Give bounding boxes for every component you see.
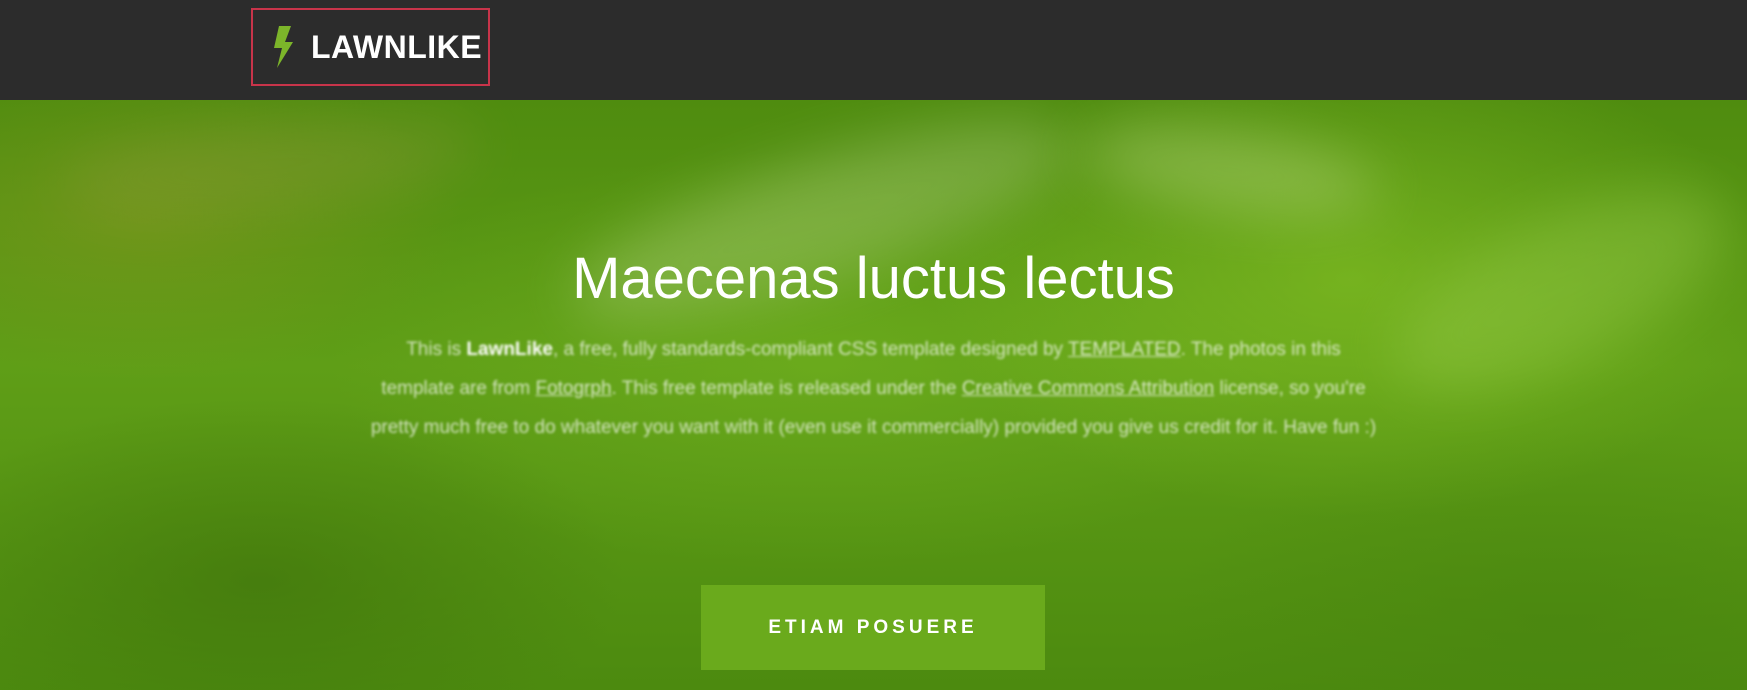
brand-name: LawnLike: [466, 339, 553, 360]
etiam-posuere-button[interactable]: ETIAM POSUERE: [701, 585, 1045, 670]
hero-content: Maecenas luctus lectus This is LawnLike,…: [0, 100, 1747, 690]
hero-text-segment: , a free, fully standards-compliant CSS …: [552, 339, 1068, 360]
templated-link[interactable]: TEMPLATED: [1068, 339, 1181, 360]
lightning-bolt-icon: [274, 26, 293, 68]
hero-text-segment: . This free template is released under t…: [611, 378, 962, 399]
fotogrph-link[interactable]: Fotogrph: [535, 378, 611, 399]
page: LAWNLIKE Maecenas luctus lectus This is …: [0, 0, 1747, 690]
logo-link[interactable]: LAWNLIKE: [251, 8, 490, 86]
creative-commons-link[interactable]: Creative Commons Attribution: [962, 378, 1214, 399]
logo-text: LAWNLIKE: [311, 28, 483, 65]
hero-description: This is LawnLike, a free, fully standard…: [370, 330, 1377, 447]
hero-text-segment: This is: [406, 339, 467, 360]
hero-title: Maecenas luctus lectus: [572, 246, 1175, 311]
site-header: LAWNLIKE: [0, 0, 1747, 100]
hero-banner: Maecenas luctus lectus This is LawnLike,…: [0, 100, 1747, 690]
